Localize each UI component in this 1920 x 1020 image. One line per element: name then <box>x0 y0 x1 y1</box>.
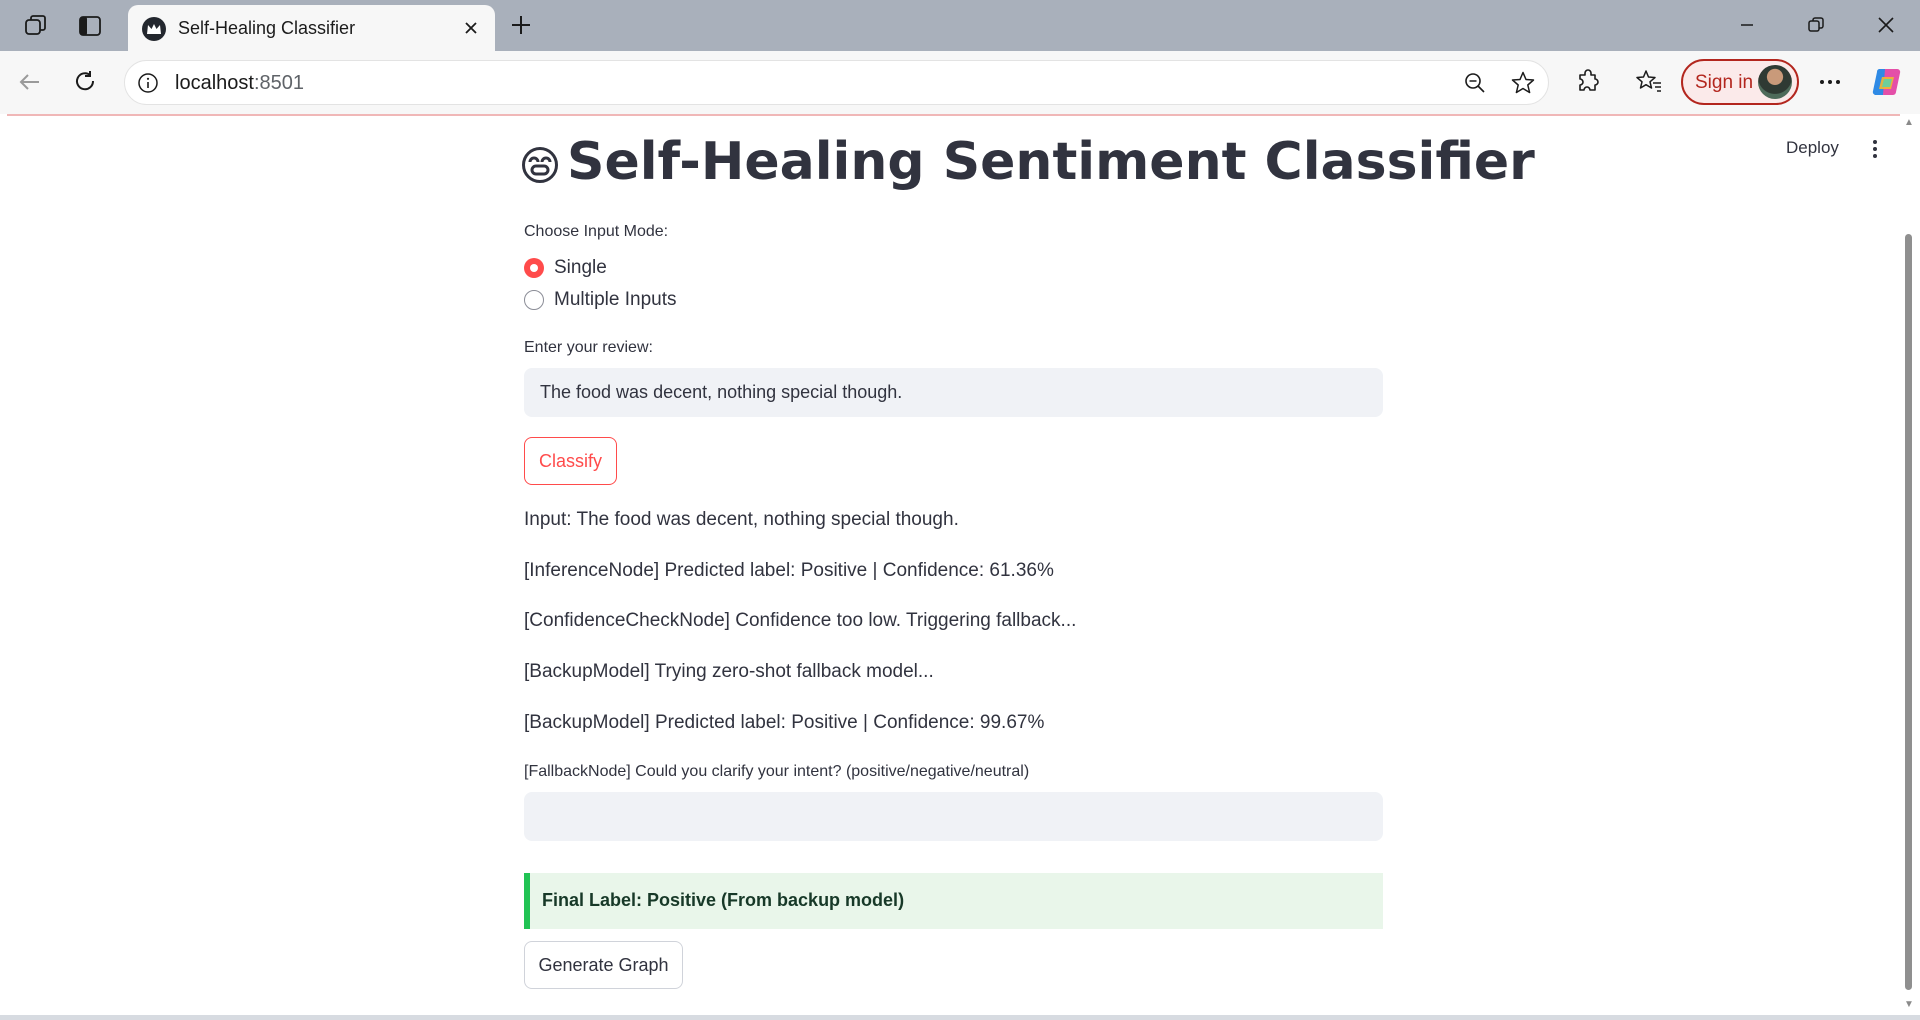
log-line-backup-trying: [BackupModel] Trying zero-shot fallback … <box>524 661 934 682</box>
copilot-icon[interactable] <box>1870 65 1904 99</box>
classify-button[interactable]: Classify <box>524 437 617 485</box>
final-label-text: Final Label: Positive (From backup model… <box>542 890 905 910</box>
workspaces-icon[interactable] <box>20 10 52 42</box>
scroll-up-icon[interactable]: ▲ <box>1904 118 1914 128</box>
zoom-out-icon[interactable] <box>1461 69 1489 97</box>
refresh-button[interactable] <box>68 65 102 99</box>
site-info-icon[interactable] <box>135 70 161 96</box>
review-input-value: The food was decent, nothing special tho… <box>540 382 903 402</box>
main-menu-icon[interactable] <box>1867 137 1883 161</box>
minimize-icon[interactable] <box>1727 8 1767 42</box>
tab-self-healing-classifier[interactable]: Self-Healing Classifier <box>128 5 495 51</box>
restore-icon[interactable] <box>1796 8 1836 42</box>
scrollbar-thumb[interactable] <box>1905 234 1912 990</box>
address-bar[interactable]: localhost:8501 <box>124 60 1549 105</box>
radio-label: Single <box>554 257 607 278</box>
extensions-icon[interactable] <box>1572 66 1604 98</box>
page-title: Self-Healing Sentiment Classifier <box>567 132 1535 192</box>
radio-unselected-icon[interactable] <box>524 290 544 310</box>
review-input[interactable]: The food was decent, nothing special tho… <box>524 368 1383 417</box>
avatar <box>1758 65 1792 99</box>
final-label-alert: Final Label: Positive (From backup model… <box>524 873 1383 929</box>
favorite-star-icon[interactable] <box>1509 69 1537 97</box>
deploy-button[interactable]: Deploy <box>1786 138 1839 158</box>
log-line-backup-predicted: [BackupModel] Predicted label: Positive … <box>524 712 1045 733</box>
input-mode-label: Choose Input Mode: <box>524 223 669 240</box>
scrollbar[interactable]: ▲ ▼ <box>1902 116 1916 1015</box>
browser-toolbar: localhost:8501 Sign in <box>0 51 1920 114</box>
tab-title: Self-Healing Classifier <box>178 18 356 38</box>
generate-graph-button[interactable]: Generate Graph <box>524 941 683 989</box>
log-line-inference: [InferenceNode] Predicted label: Positiv… <box>524 560 1054 581</box>
fallback-intent-input[interactable] <box>524 792 1383 841</box>
radio-label: Multiple Inputs <box>554 289 677 310</box>
fallback-prompt-label: [FallbackNode] Could you clarify your in… <box>524 763 1030 780</box>
url-text[interactable]: localhost:8501 <box>175 72 304 95</box>
radio-selected-icon[interactable] <box>524 258 544 278</box>
radio-single[interactable]: Single <box>524 256 607 280</box>
favorites-icon[interactable] <box>1633 66 1665 98</box>
review-label: Enter your review: <box>524 339 653 356</box>
back-button[interactable] <box>13 65 47 99</box>
radio-multiple-inputs[interactable]: Multiple Inputs <box>524 288 677 312</box>
window-bottom-edge <box>0 1015 1920 1020</box>
log-line-input: Input: The food was decent, nothing spec… <box>524 509 959 530</box>
more-options-icon[interactable] <box>1814 66 1846 98</box>
window-close-icon[interactable] <box>1866 8 1906 42</box>
tab-actions-icon[interactable] <box>74 10 106 42</box>
close-icon[interactable] <box>459 16 483 40</box>
scroll-down-icon[interactable]: ▼ <box>1904 1000 1914 1010</box>
streamlit-crown-icon <box>142 17 166 41</box>
sign-in-button[interactable]: Sign in <box>1681 59 1799 105</box>
log-line-confidence-check: [ConfidenceCheckNode] Confidence too low… <box>524 610 1077 631</box>
new-tab-button[interactable] <box>505 9 537 41</box>
smiling-face-icon <box>521 146 559 184</box>
browser-tab-bar: Self-Healing Classifier <box>0 0 1920 51</box>
